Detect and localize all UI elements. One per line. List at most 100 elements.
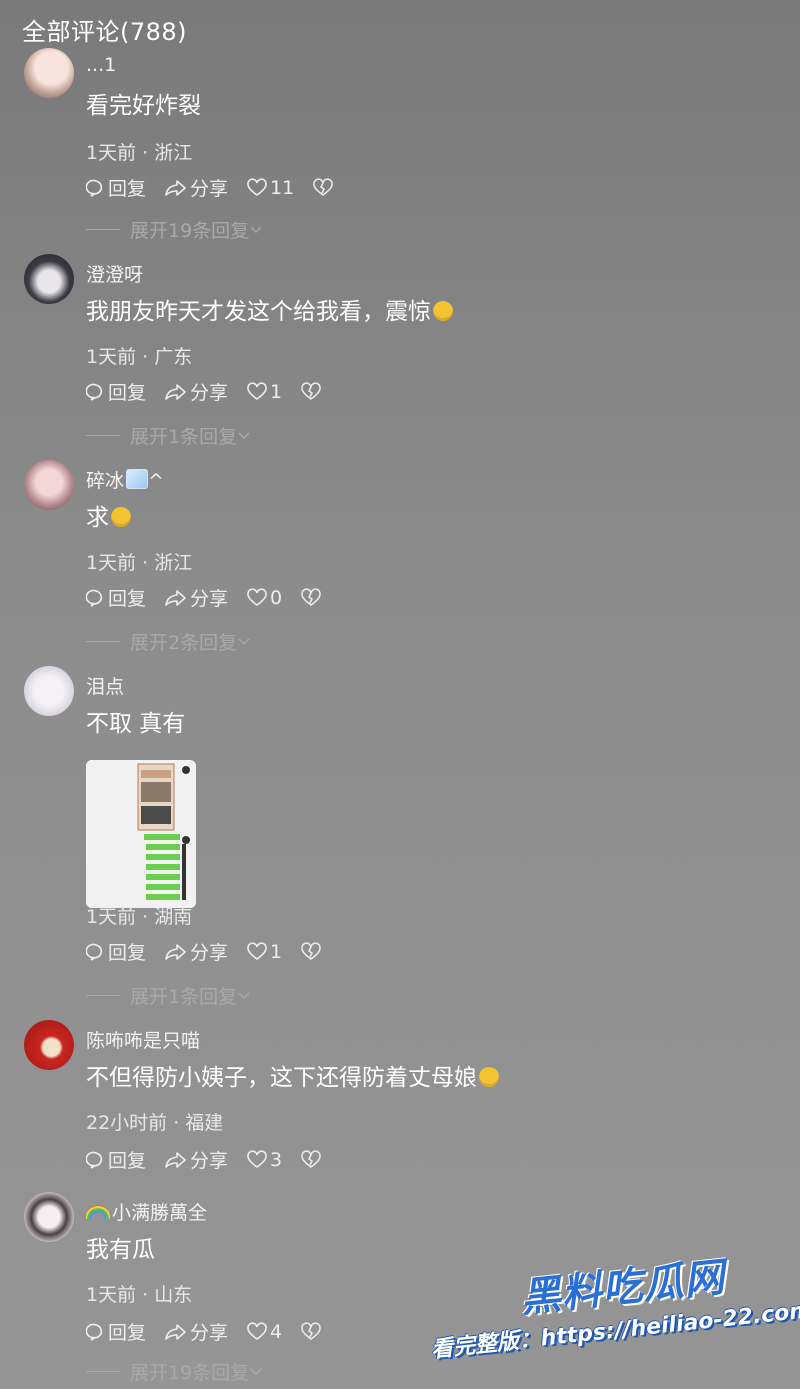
comment-meta: 22小时前 · 福建 <box>86 1112 224 1134</box>
share-icon <box>165 383 186 400</box>
broken-heart-icon <box>301 587 321 606</box>
dislike-button[interactable] <box>300 587 324 608</box>
share-label: 分享 <box>190 1150 229 1172</box>
broken-heart-icon <box>313 177 333 196</box>
like-count: 11 <box>270 176 295 199</box>
ice-cube-icon <box>126 469 149 489</box>
username-text: 小满勝萬全 <box>112 1202 208 1224</box>
dislike-button[interactable] <box>312 177 336 198</box>
broken-heart-icon <box>301 1321 321 1340</box>
comment-text: 我朋友昨天才发这个给我看，震惊 <box>86 292 453 326</box>
reply-button[interactable]: 回复 <box>86 174 146 201</box>
comment-username[interactable]: 小满勝萬全 <box>86 1198 207 1225</box>
like-button[interactable]: 3 <box>246 1149 282 1171</box>
divider <box>86 1371 120 1372</box>
heart-icon <box>247 1149 267 1168</box>
username-text: 碎冰 <box>86 470 125 492</box>
comment-image[interactable] <box>86 760 196 908</box>
reply-label: 回复 <box>108 1150 147 1172</box>
like-button[interactable]: 0 <box>246 587 282 609</box>
broken-heart-icon <box>301 381 321 400</box>
share-icon <box>165 1151 186 1168</box>
expand-replies[interactable]: 展开1条回复 <box>86 422 251 449</box>
like-button[interactable]: 1 <box>246 941 282 963</box>
expand-replies[interactable]: 展开19条回复 <box>86 1358 263 1385</box>
like-button[interactable]: 1 <box>246 381 282 403</box>
broken-heart-icon <box>301 941 321 960</box>
expand-replies[interactable]: 展开19条回复 <box>86 216 263 243</box>
comment-username[interactable]: 澄澄呀 <box>86 260 143 287</box>
reply-button[interactable]: 回复 <box>86 1146 146 1173</box>
dislike-button[interactable] <box>300 381 324 402</box>
hand-over-mouth-emoji-icon <box>111 507 131 527</box>
share-icon <box>165 1323 186 1340</box>
reply-icon <box>86 179 103 197</box>
dislike-button[interactable] <box>300 1321 324 1342</box>
comment-text-content: 不但得防小姨子，这下还得防着丈母娘 <box>86 1065 477 1091</box>
share-icon <box>165 943 186 960</box>
reply-label: 回复 <box>108 942 147 964</box>
like-count: 0 <box>270 586 283 609</box>
reply-label: 回复 <box>108 588 147 610</box>
avatar[interactable] <box>24 460 74 510</box>
chevron-down-icon <box>238 991 250 999</box>
avatar[interactable] <box>24 1020 74 1070</box>
comment-username[interactable]: 陈咘咘是只喵 <box>86 1026 200 1053</box>
reply-label: 回复 <box>108 178 147 200</box>
comment-text-content: 我朋友昨天才发这个给我看，震惊 <box>86 299 431 325</box>
like-button[interactable]: 4 <box>246 1321 282 1343</box>
share-button[interactable]: 分享 <box>164 938 228 965</box>
grinning-emoji-icon <box>479 1067 499 1087</box>
comment-actions: 回复 分享 4 <box>86 1318 342 1345</box>
like-button[interactable]: 11 <box>246 177 294 199</box>
comment-meta: 1天前 · 山东 <box>86 1284 193 1306</box>
avatar[interactable] <box>24 48 74 98</box>
reply-button[interactable]: 回复 <box>86 378 146 405</box>
heart-icon <box>247 587 267 606</box>
share-button[interactable]: 分享 <box>164 1146 228 1173</box>
heart-icon <box>247 177 267 196</box>
broken-heart-icon <box>301 1149 321 1168</box>
reply-button[interactable]: 回复 <box>86 1318 146 1345</box>
comments-header: 全部评论(788) <box>22 18 188 46</box>
comment-text: 看完好炸裂 <box>86 93 201 119</box>
share-label: 分享 <box>190 588 229 610</box>
reply-icon <box>86 1151 103 1169</box>
dislike-button[interactable] <box>300 941 324 962</box>
avatar[interactable] <box>24 254 74 304</box>
like-count: 1 <box>270 380 283 403</box>
username-suffix: ^ <box>148 470 164 492</box>
comment-username[interactable]: 泪点 <box>86 672 124 699</box>
divider <box>86 435 120 436</box>
avatar[interactable] <box>24 1192 74 1242</box>
rainbow-icon <box>86 1205 110 1219</box>
reply-button[interactable]: 回复 <box>86 584 146 611</box>
reply-button[interactable]: 回复 <box>86 938 146 965</box>
expand-replies[interactable]: 展开1条回复 <box>86 982 251 1009</box>
share-button[interactable]: 分享 <box>164 584 228 611</box>
avatar[interactable] <box>24 666 74 716</box>
share-button[interactable]: 分享 <box>164 1318 228 1345</box>
comment-username[interactable]: ...1 <box>86 54 116 76</box>
heart-icon <box>247 941 267 960</box>
dislike-button[interactable] <box>300 1149 324 1170</box>
share-icon <box>165 589 186 606</box>
expand-label: 展开2条回复 <box>130 632 238 654</box>
expand-label: 展开1条回复 <box>130 986 238 1008</box>
comment-meta: 1天前 · 浙江 <box>86 552 193 574</box>
comment-username[interactable]: 碎冰 ^ <box>86 466 164 493</box>
like-count: 4 <box>270 1320 283 1343</box>
reply-icon <box>86 1323 103 1341</box>
reply-icon <box>86 943 103 961</box>
heart-icon <box>247 1321 267 1340</box>
chevron-down-icon <box>238 637 250 645</box>
chevron-down-icon <box>250 1367 262 1375</box>
share-icon <box>165 179 186 196</box>
comment-text: 不但得防小姨子，这下还得防着丈母娘 <box>86 1058 499 1092</box>
comment-actions: 回复 分享 0 <box>86 584 342 611</box>
share-button[interactable]: 分享 <box>164 378 228 405</box>
share-button[interactable]: 分享 <box>164 174 228 201</box>
expand-label: 展开1条回复 <box>130 426 238 448</box>
comment-text: 求 <box>86 498 131 532</box>
expand-replies[interactable]: 展开2条回复 <box>86 628 251 655</box>
